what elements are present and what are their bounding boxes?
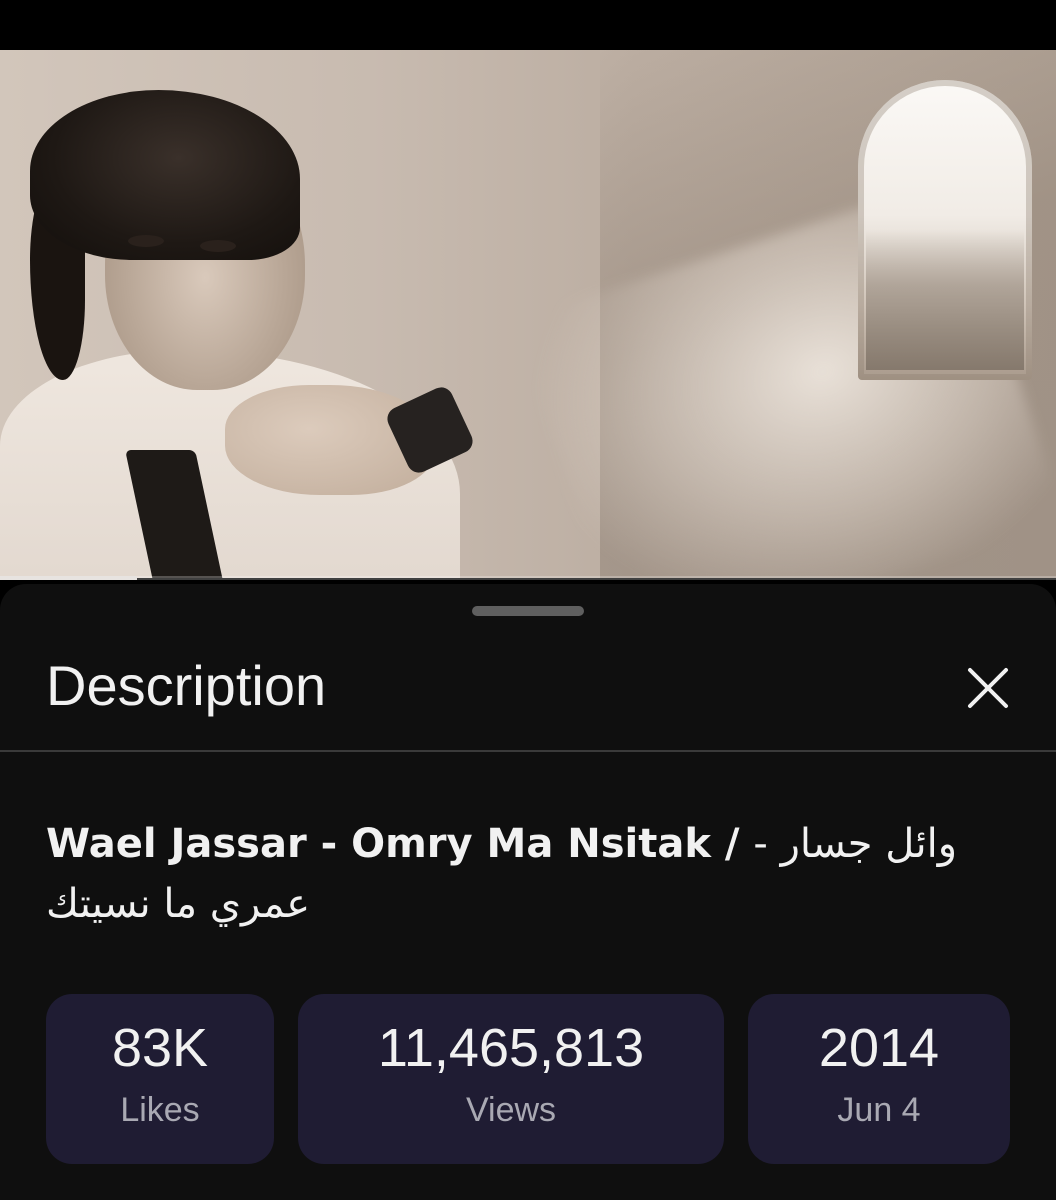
thumbnail-person-eye-left xyxy=(128,235,164,247)
views-count: 11,465,813 xyxy=(377,1018,645,1078)
thumbnail-city-view xyxy=(866,230,1024,370)
drag-handle[interactable] xyxy=(472,606,584,616)
views-stat: 11,465,813 Views xyxy=(298,994,724,1164)
views-label: Views xyxy=(465,1091,557,1129)
video-progress-fill xyxy=(0,576,138,580)
video-title-latin: Wael Jassar - Omry Ma Nsitak / xyxy=(46,821,754,867)
thumbnail-person-hair xyxy=(30,90,300,260)
video-player[interactable] xyxy=(0,50,1056,578)
thumbnail-person-eye-right xyxy=(200,240,236,252)
close-button[interactable] xyxy=(960,660,1016,716)
sheet-title: Description xyxy=(46,654,327,717)
video-title: Wael Jassar - Omry Ma Nsitak / وائل جسار… xyxy=(46,814,966,934)
video-progress-bar[interactable] xyxy=(0,576,1056,580)
upload-year: 2014 xyxy=(818,1018,940,1078)
description-sheet: Description Wael Jassar - Omry Ma Nsitak… xyxy=(0,584,1056,1200)
likes-stat: 83K Likes xyxy=(46,994,274,1164)
likes-count: 83K xyxy=(111,1018,209,1078)
date-stat: 2014 Jun 4 xyxy=(748,994,1010,1164)
upload-date: Jun 4 xyxy=(837,1091,921,1129)
divider xyxy=(0,750,1056,752)
likes-label: Likes xyxy=(120,1091,200,1129)
close-icon xyxy=(968,668,1008,708)
